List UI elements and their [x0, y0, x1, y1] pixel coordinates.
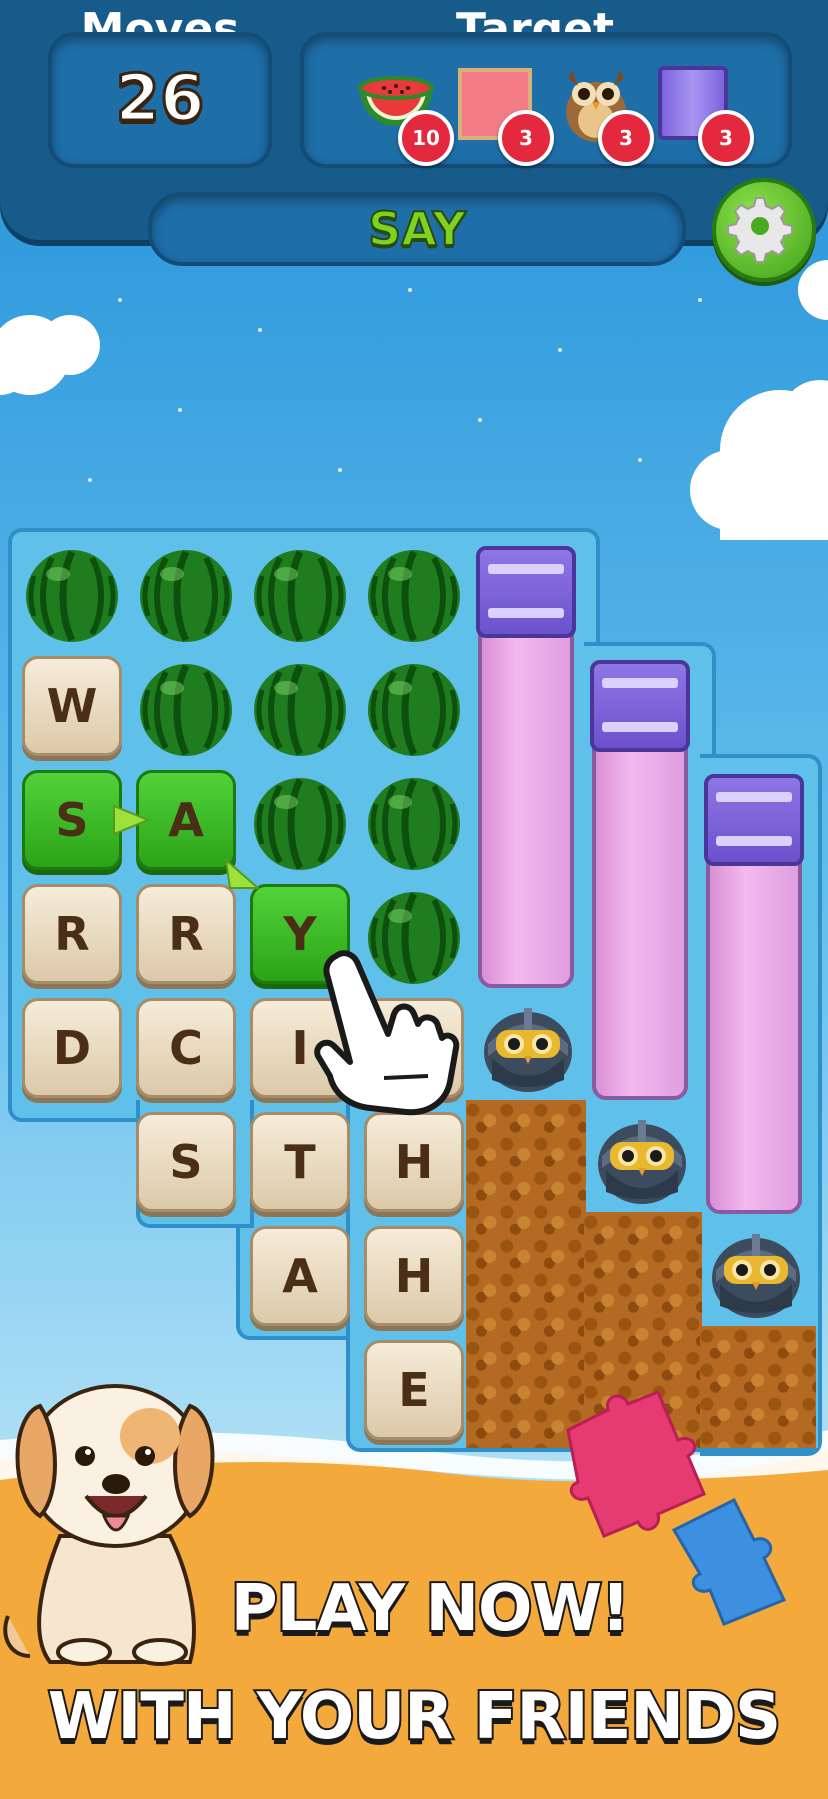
- knight-owl-piece[interactable]: [478, 994, 578, 1094]
- letter-tile[interactable]: C: [136, 998, 236, 1098]
- pointer-hand-icon: [314, 950, 460, 1116]
- pink-tube: [706, 828, 802, 1214]
- settings-button[interactable]: [712, 178, 816, 282]
- letter-tile[interactable]: S: [136, 1112, 236, 1212]
- pink-tube: [592, 714, 688, 1100]
- letter-tile[interactable]: D: [22, 998, 122, 1098]
- promo-subline: WITH YOUR FRIENDS: [46, 1678, 783, 1756]
- knight-owl-piece[interactable]: [706, 1220, 806, 1320]
- watermelon-piece[interactable]: [250, 546, 350, 646]
- letter-tile[interactable]: T: [250, 1112, 350, 1212]
- watermelon-piece[interactable]: [250, 774, 350, 874]
- watermelon-piece[interactable]: [364, 660, 464, 760]
- selection-arrow-icon: [224, 857, 261, 889]
- watermelon-piece[interactable]: [364, 546, 464, 646]
- knight-owl-piece[interactable]: [592, 1106, 692, 1206]
- letter-tile-selected[interactable]: S: [22, 770, 122, 870]
- current-word-bar: SAY: [148, 192, 686, 266]
- target-count-badge: 3: [598, 110, 654, 166]
- letter-tile[interactable]: H: [364, 1226, 464, 1326]
- gear-icon: [727, 197, 793, 263]
- letter-tile[interactable]: E: [364, 1340, 464, 1440]
- promo-headline: PLAY NOW!: [229, 1570, 632, 1648]
- watermelon-piece[interactable]: [136, 660, 236, 760]
- watermelon-piece[interactable]: [250, 660, 350, 760]
- watermelon-piece[interactable]: [364, 774, 464, 874]
- target-count-badge: 3: [498, 110, 554, 166]
- selection-arrow-icon: [113, 804, 151, 836]
- purple-cap: [704, 774, 804, 866]
- letter-tile[interactable]: A: [250, 1226, 350, 1326]
- letter-tile[interactable]: H: [364, 1112, 464, 1212]
- pink-tube: [478, 600, 574, 988]
- target-count-badge: 10: [398, 110, 454, 166]
- moves-counter: 26: [114, 61, 206, 138]
- current-word: SAY: [367, 201, 467, 257]
- purple-cap: [476, 546, 576, 638]
- purple-cap: [590, 660, 690, 752]
- watermelon-piece[interactable]: [136, 546, 236, 646]
- target-count-badge: 3: [698, 110, 754, 166]
- watermelon-piece[interactable]: [22, 546, 122, 646]
- letter-tile[interactable]: R: [22, 884, 122, 984]
- letter-tile[interactable]: R: [136, 884, 236, 984]
- letter-tile[interactable]: W: [22, 656, 122, 756]
